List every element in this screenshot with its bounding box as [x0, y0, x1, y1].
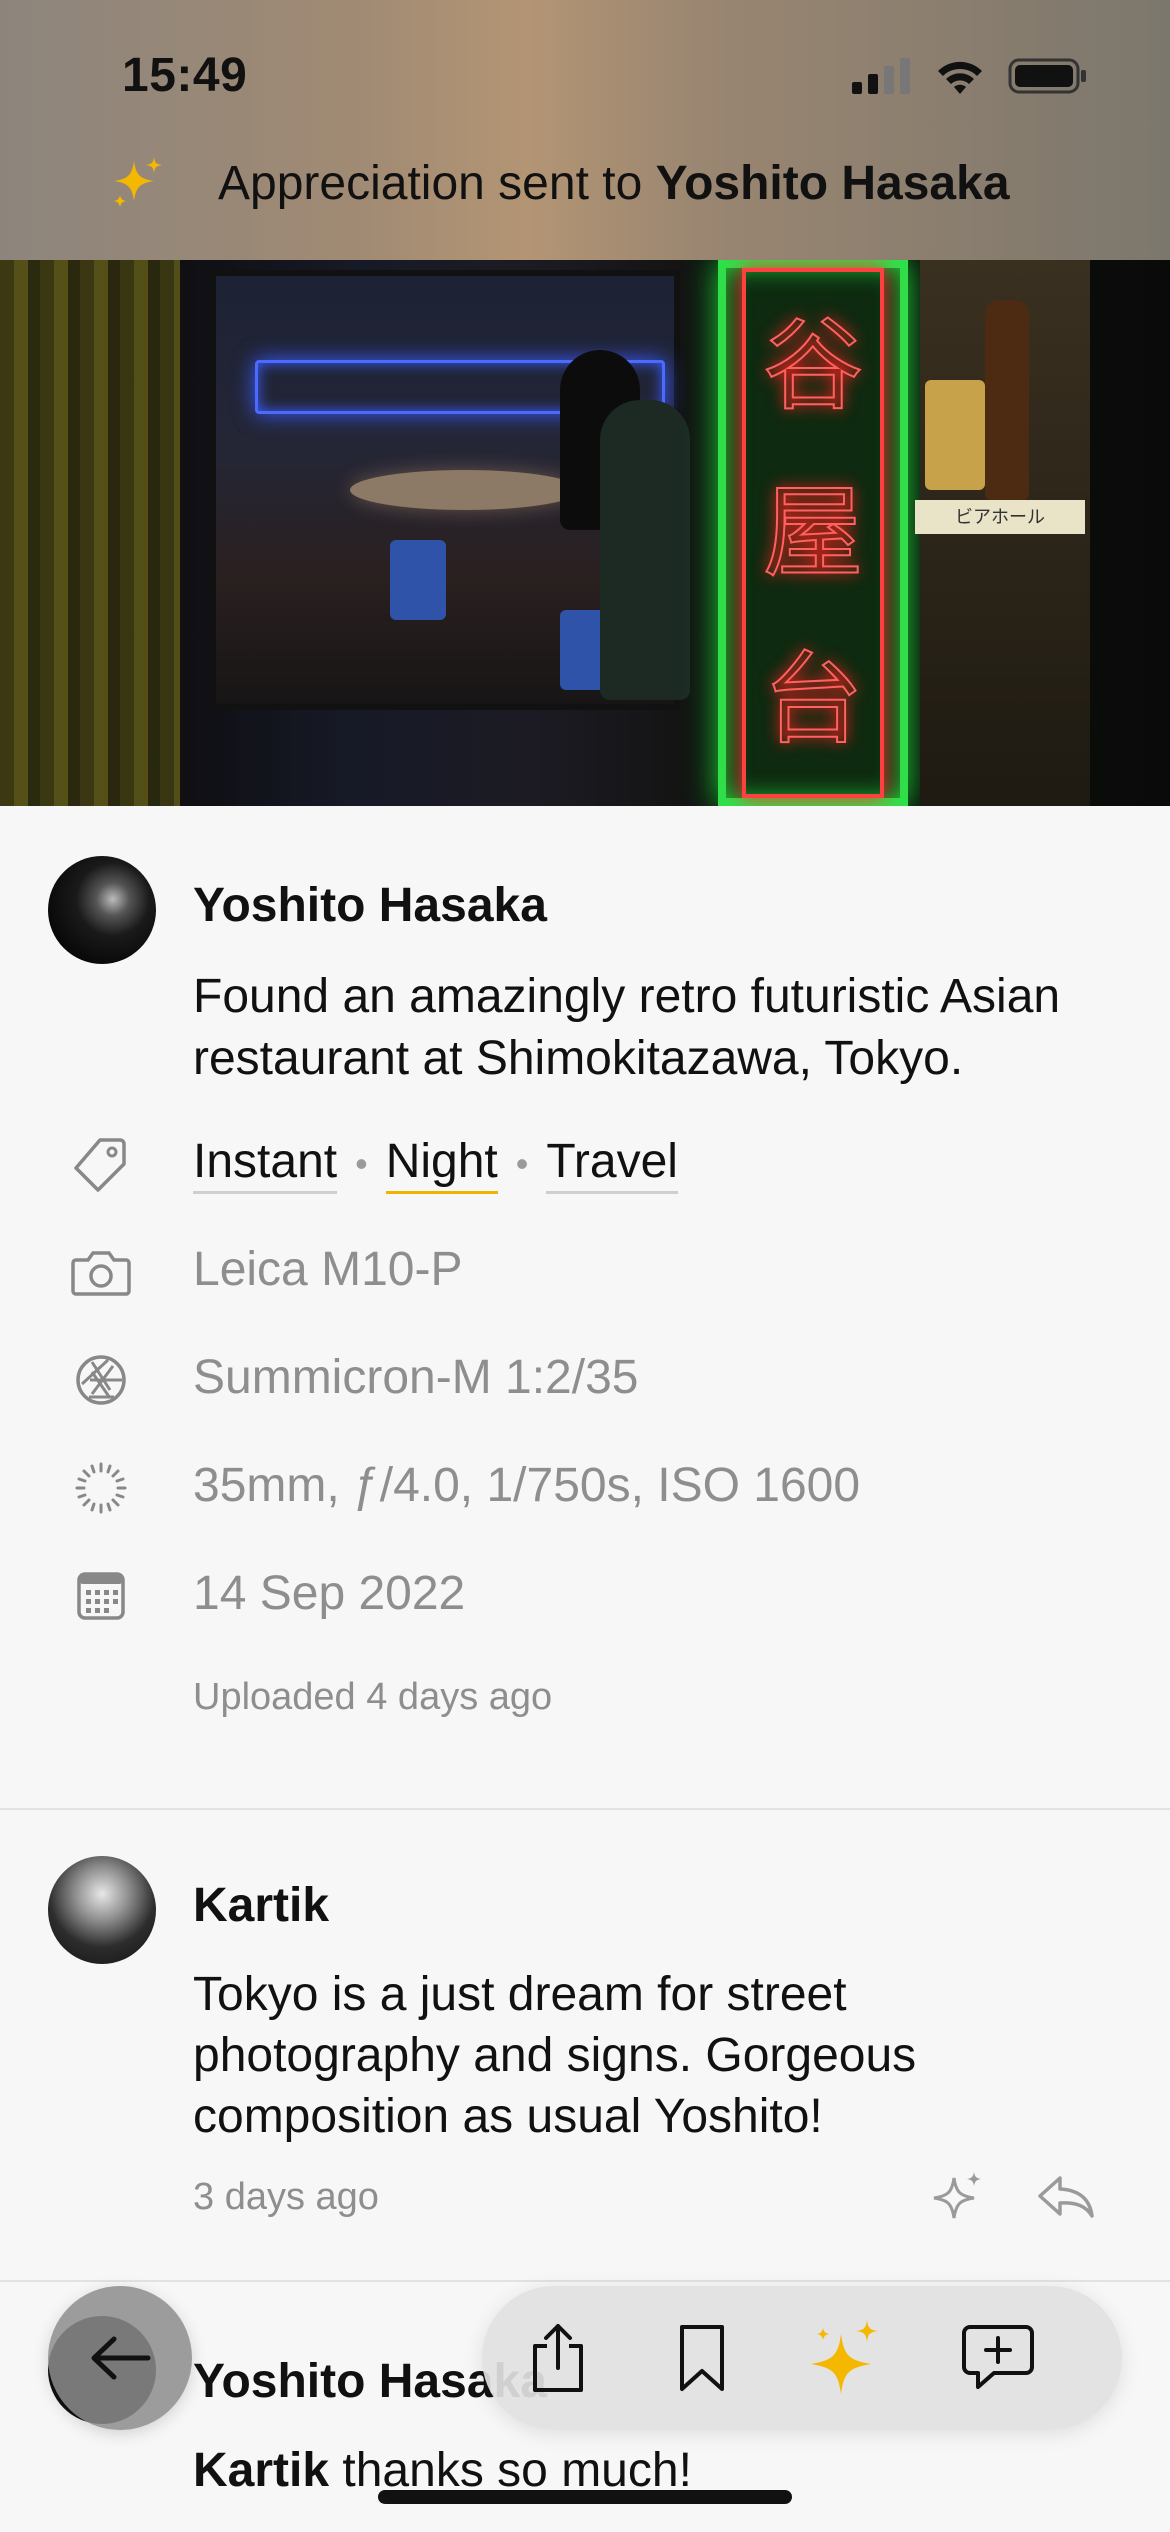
sign-glyph: 台	[762, 641, 864, 759]
back-button[interactable]	[48, 2286, 192, 2430]
reply-mention[interactable]: Kartik	[193, 2444, 329, 2497]
shutter-icon	[75, 1462, 127, 1514]
avatar[interactable]	[48, 1856, 156, 1964]
comment-text: Tokyo is a just dream for street photogr…	[193, 1968, 917, 2143]
separator-dot: •	[355, 1143, 368, 1184]
tag-link[interactable]: Travel	[546, 1134, 678, 1194]
lens-model: Summicron-M 1:2/35	[193, 1351, 639, 1404]
photo-neon-sign: 谷 屋 台	[718, 260, 908, 806]
aperture-icon	[76, 1355, 126, 1405]
tags-row: Instant • Night • Travel	[0, 1124, 1170, 1204]
share-icon	[533, 2324, 583, 2392]
bookmark-button[interactable]	[664, 2320, 740, 2396]
sparkle-icon	[811, 2320, 878, 2394]
divider	[0, 2280, 1170, 2282]
photo-stool	[390, 540, 446, 620]
capture-date: 14 Sep 2022	[193, 1567, 466, 1620]
separator-dot: •	[515, 1143, 529, 1184]
tag-icon	[74, 1138, 126, 1192]
photo-poster	[925, 380, 985, 490]
upload-time: Uploaded 4 days ago	[193, 1676, 553, 1718]
photo-curtain	[0, 260, 180, 806]
comment-author-name[interactable]: Kartik	[193, 1878, 329, 1933]
photo-table	[350, 470, 580, 510]
divider	[0, 1808, 1170, 1810]
camera-model: Leica M10-P	[193, 1243, 463, 1296]
appreciate-button[interactable]	[808, 2320, 884, 2396]
back-arrow-icon	[91, 2336, 151, 2380]
reply-icon[interactable]	[1036, 2172, 1096, 2222]
toast-prefix: Appreciation sent to	[218, 156, 656, 210]
sign-glyph: 屋	[762, 473, 864, 591]
comment-time: 3 days ago	[193, 2176, 379, 2218]
exposure-settings: 35mm, ƒ/4.0, 1/750s, ISO 1600	[193, 1459, 861, 1512]
tag-link[interactable]: Night	[385, 1134, 498, 1194]
bookmark-icon	[680, 2325, 724, 2391]
toast-message: Appreciation sent to Yoshito Hasaka	[218, 156, 1010, 211]
cellular-signal-icon	[852, 58, 910, 94]
status-time: 15:49	[122, 49, 248, 102]
sparkle-icon[interactable]	[930, 2168, 986, 2228]
date-row: 14 Sep 2022	[0, 1556, 1170, 1636]
tag-list: Instant • Night • Travel	[193, 1134, 678, 1194]
appreciation-toast[interactable]: Appreciation sent to Yoshito Hasaka	[110, 148, 1010, 218]
calendar-icon	[77, 1572, 125, 1620]
share-button[interactable]	[520, 2320, 596, 2396]
post-caption: Found an amazingly retro futuristic Asia…	[193, 970, 1061, 1085]
lens-row: Summicron-M 1:2/35	[0, 1340, 1170, 1420]
action-bar	[482, 2286, 1122, 2430]
avatar[interactable]	[48, 856, 156, 964]
tag-link[interactable]: Instant	[193, 1134, 338, 1194]
battery-icon	[1008, 58, 1086, 94]
toast-recipient: Yoshito Hasaka	[655, 156, 1010, 210]
comment-add-icon	[962, 2325, 1034, 2389]
photo-bottle	[985, 300, 1029, 500]
photo-shelf-label: ビアホール	[915, 500, 1085, 534]
status-bar: 15:49	[0, 0, 1170, 150]
camera-row: Leica M10-P	[0, 1232, 1170, 1312]
sparkle-icon	[114, 157, 162, 207]
wifi-icon	[938, 61, 982, 94]
sign-glyph: 谷	[762, 306, 864, 424]
exposure-row: 35mm, ƒ/4.0, 1/750s, ISO 1600	[0, 1448, 1170, 1528]
home-indicator	[378, 2490, 792, 2504]
add-comment-button[interactable]	[960, 2320, 1036, 2396]
post-author-name[interactable]: Yoshito Hasaka	[193, 878, 547, 933]
photo-person	[600, 400, 690, 700]
camera-icon	[71, 1251, 131, 1296]
